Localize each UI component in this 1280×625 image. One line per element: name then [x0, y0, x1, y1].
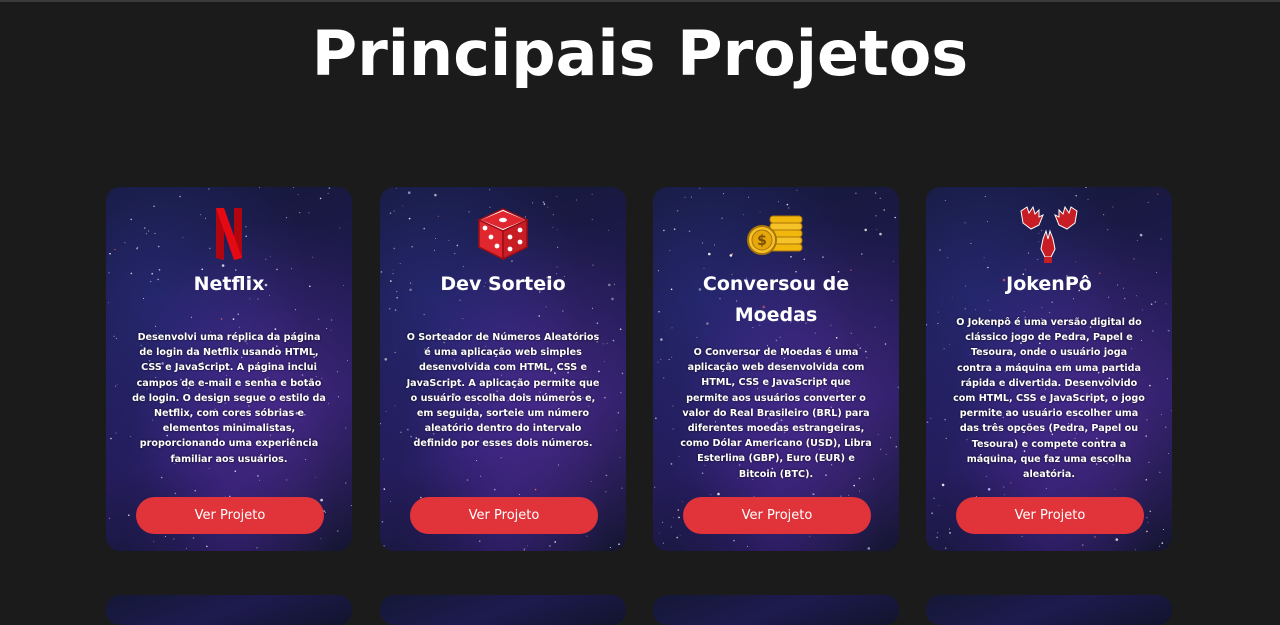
card-title: JokenPô — [1006, 273, 1092, 295]
card-description: O Sorteador de Números Aleatórios é uma … — [406, 332, 600, 450]
card-title: Conversou de Moedas — [702, 273, 850, 326]
project-card-row2-4 — [926, 595, 1172, 625]
card-description: O Jokenpô é uma versão digital do clássi… — [953, 317, 1145, 481]
ver-projeto-button[interactable]: Ver Projeto — [683, 497, 871, 534]
project-card-conversor-moedas: $ Conversou de Moedas O Conversor de Moe… — [653, 187, 899, 551]
top-border — [0, 0, 1280, 2]
netflix-logo-icon — [106, 203, 352, 265]
card-title: Netflix — [193, 273, 265, 295]
page-title: Principais Projetos — [311, 17, 969, 90]
ver-projeto-button[interactable]: Ver Projeto — [136, 497, 324, 534]
coins-icon: $ — [653, 203, 899, 265]
project-card-row2-1 — [106, 595, 352, 625]
card-title: Dev Sorteio — [440, 273, 566, 295]
rock-paper-scissors-hands-icon — [926, 203, 1172, 265]
ver-projeto-button[interactable]: Ver Projeto — [410, 497, 598, 534]
project-card-row2-2 — [380, 595, 626, 625]
ver-projeto-button[interactable]: Ver Projeto — [956, 497, 1144, 534]
dice-icon — [380, 203, 626, 265]
card-description: O Conversor de Moedas é uma aplicação we… — [680, 347, 872, 480]
project-card-dev-sorteio: Dev Sorteio O Sorteador de Números Aleat… — [380, 187, 626, 551]
project-card-netflix: Netflix Desenvolvi uma réplica da página… — [106, 187, 352, 551]
project-card-jokenpo: JokenPô O Jokenpô é uma versão digital d… — [926, 187, 1172, 551]
svg-text:$: $ — [757, 233, 767, 249]
card-description: Desenvolvi uma réplica da página de logi… — [132, 332, 326, 465]
project-card-row2-3 — [653, 595, 899, 625]
